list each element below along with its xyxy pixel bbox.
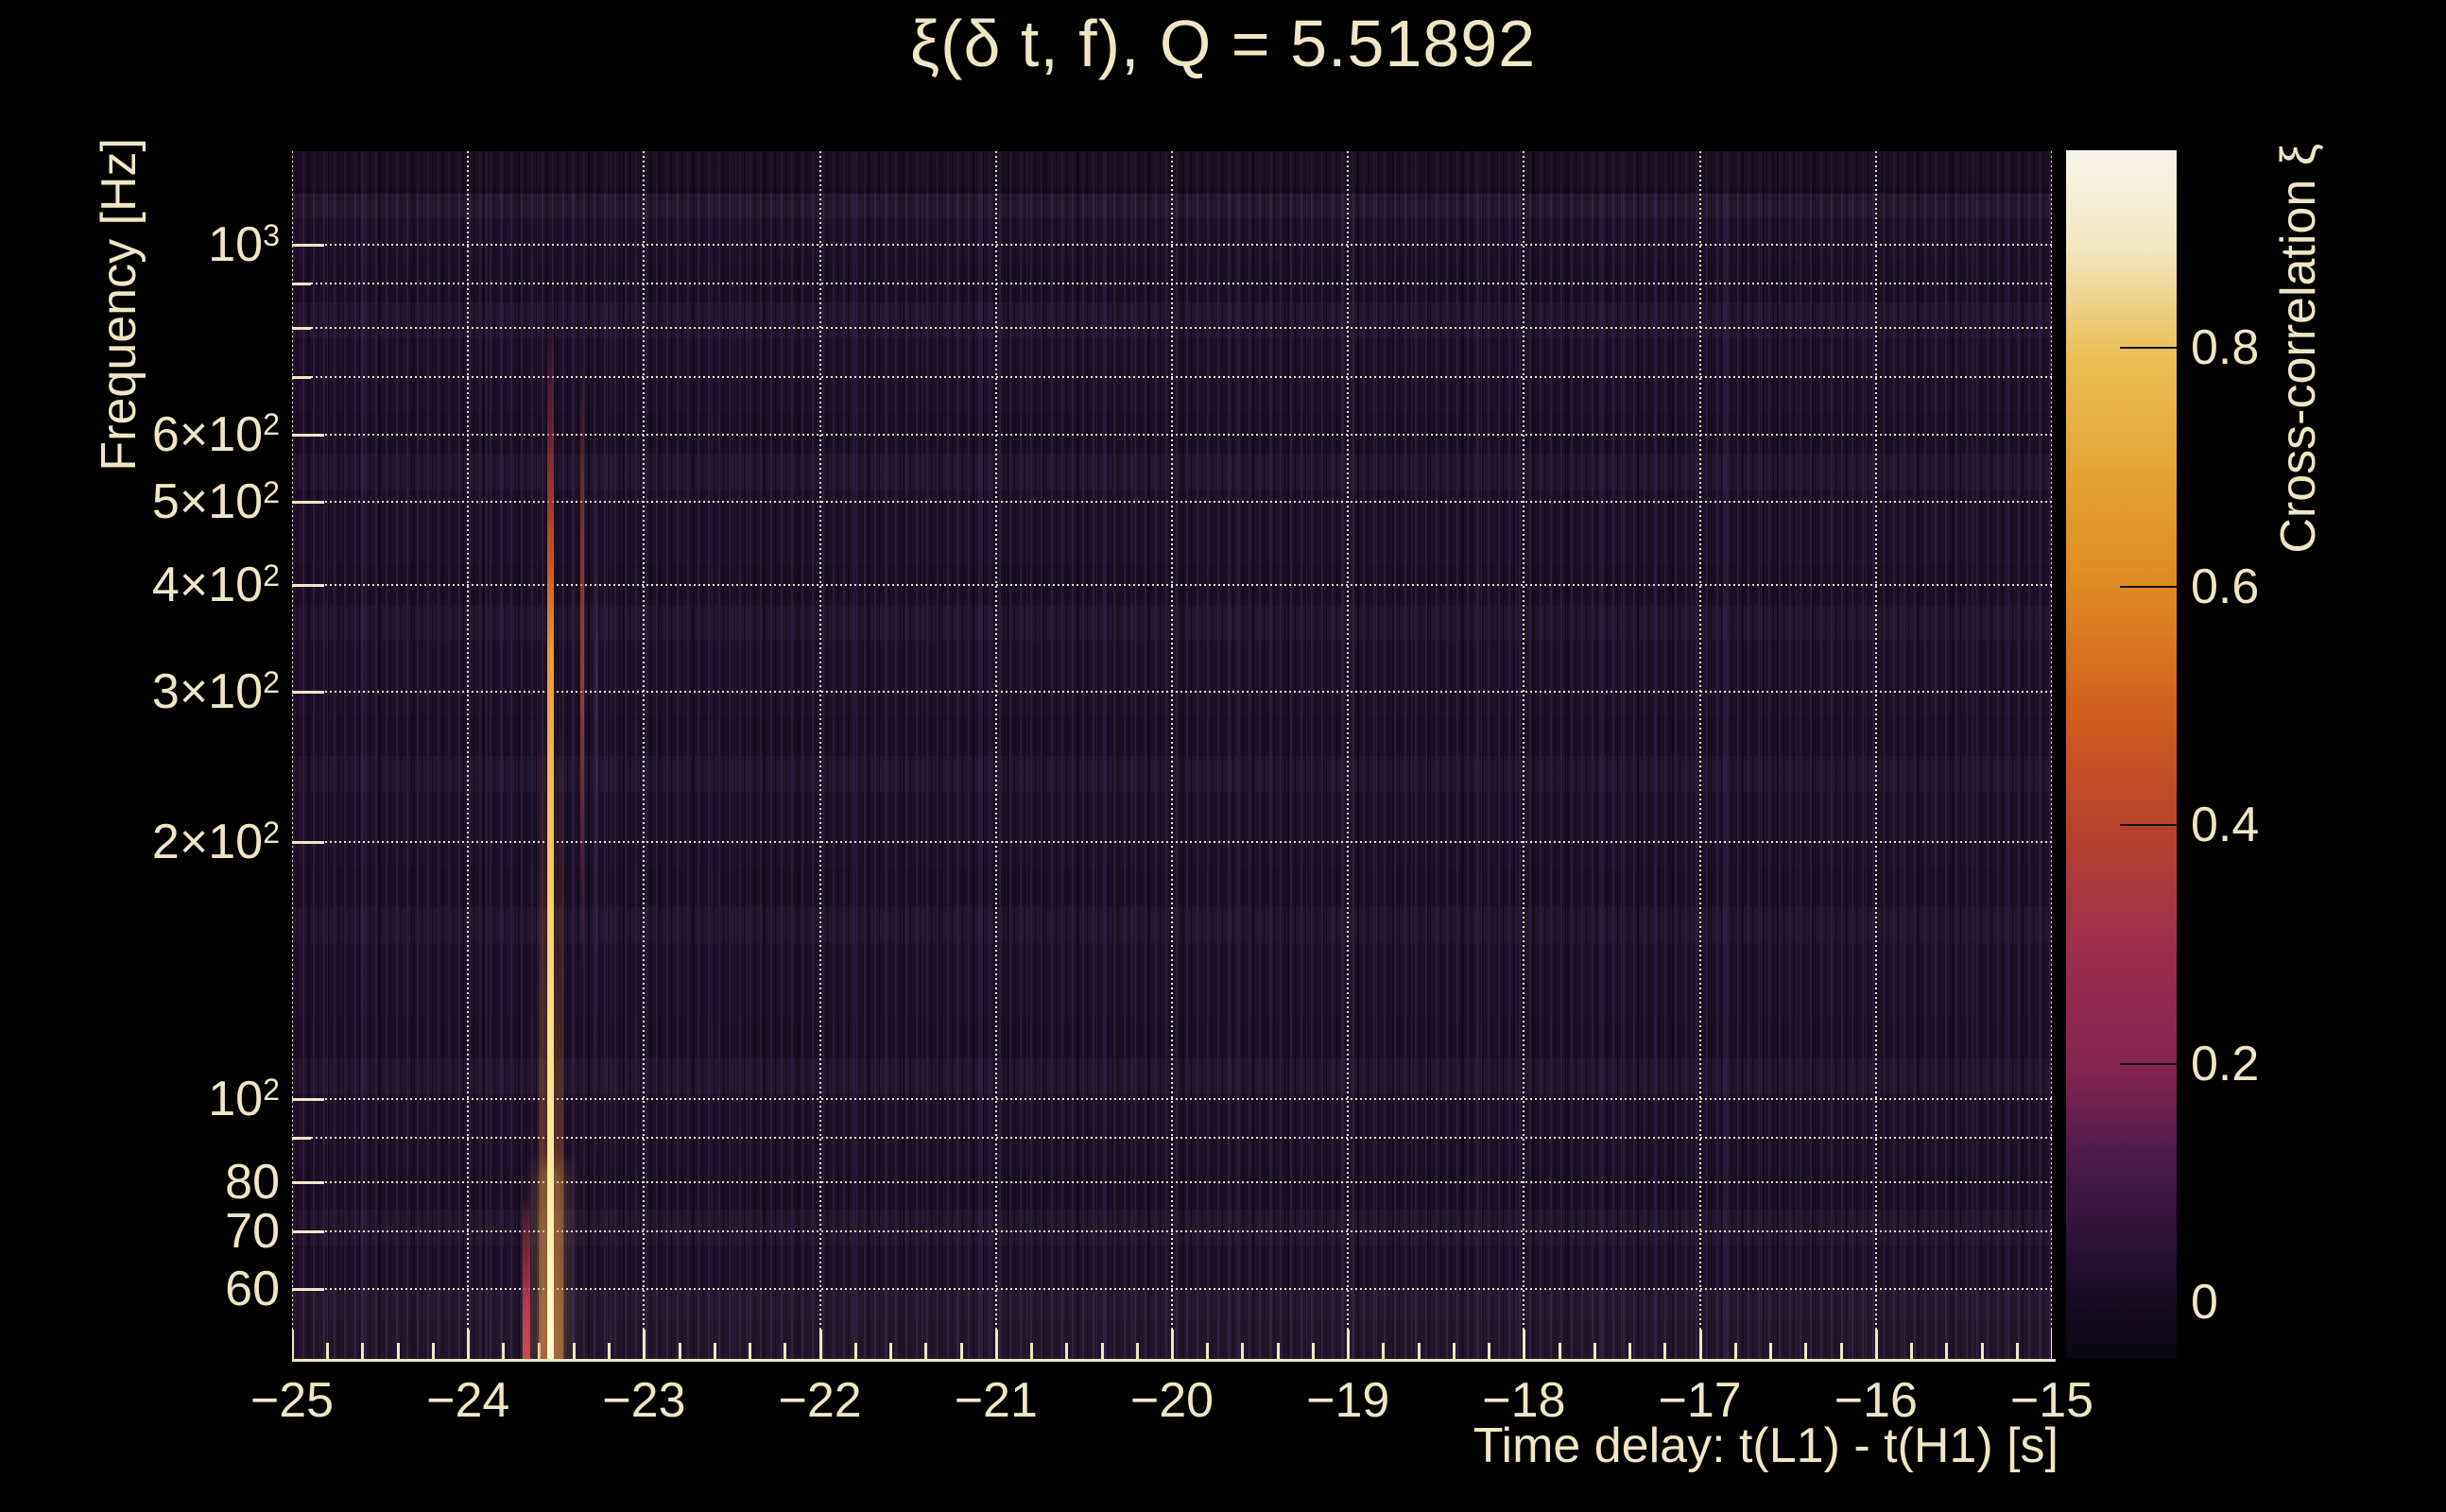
heatmap-plot-area <box>292 151 2052 1361</box>
y-tick-label: 6×102 <box>152 406 280 463</box>
y-tick-label-base: 60 <box>225 1261 280 1316</box>
colorbar-tick-label: 0 <box>2191 1275 2218 1330</box>
colorbar-title: Cross-correlation ξ <box>2271 144 2326 554</box>
colorbar-tick-label: 0.6 <box>2191 558 2260 614</box>
y-tick-label-exponent: 3 <box>263 217 280 252</box>
y-tick <box>292 840 324 844</box>
plot-title: ξ(δ t, f), Q = 5.51892 <box>909 7 1537 80</box>
x-tick-label: −23 <box>602 1373 686 1428</box>
secondary-ridge <box>580 364 585 973</box>
y-tick-label-exponent: 2 <box>263 815 280 850</box>
x-tick-label: −22 <box>778 1373 862 1428</box>
y-tick-label: 3×102 <box>152 663 280 720</box>
y-tick-label: 4×102 <box>152 557 280 613</box>
x-gridline <box>467 151 470 1361</box>
x-tick-label: −20 <box>1129 1373 1214 1428</box>
colorbar-tick <box>2120 1062 2177 1065</box>
x-gridline <box>292 151 293 1361</box>
y-tick-label-exponent: 2 <box>263 1072 280 1107</box>
x-tick-label: −16 <box>1834 1373 1918 1428</box>
colorbar-tick <box>2120 824 2177 827</box>
x-tick-label: −19 <box>1306 1373 1390 1428</box>
y-tick-label-base: 3×10 <box>151 663 264 719</box>
x-gridline <box>1874 151 1877 1361</box>
y-tick <box>292 1137 311 1141</box>
y-tick-label: 70 <box>225 1203 280 1260</box>
right-faint-streak <box>594 406 598 1181</box>
y-tick-label-base: 10 <box>208 1072 264 1126</box>
x-gridline <box>1347 151 1350 1361</box>
y-tick-label: 102 <box>208 1071 280 1127</box>
y-tick <box>292 376 311 380</box>
y-tick-label-exponent: 2 <box>263 407 280 442</box>
y-tick <box>292 1180 324 1184</box>
y-tick <box>292 1230 324 1234</box>
x-tick-label: −17 <box>1658 1373 1742 1428</box>
y-tick <box>292 690 324 694</box>
y-tick-label: 2×102 <box>152 814 280 870</box>
y-tick-label: 80 <box>225 1154 280 1211</box>
y-tick-label-base: 5×10 <box>151 474 264 530</box>
x-gridline <box>994 151 997 1361</box>
y-tick-label-base: 4×10 <box>151 557 264 612</box>
y-tick <box>292 244 324 247</box>
x-tick-label: −24 <box>426 1373 510 1428</box>
y-tick <box>292 583 324 587</box>
y-tick-label-base: 2×10 <box>151 814 264 869</box>
left-satellite-streak <box>522 1195 530 1359</box>
x-gridline <box>1171 151 1173 1361</box>
colorbar-tick-label: 0.2 <box>2191 1036 2260 1091</box>
y-tick <box>292 283 311 286</box>
y-tick-label-exponent: 2 <box>263 475 280 510</box>
x-tick-label: −15 <box>2009 1373 2094 1428</box>
y-tick-label-exponent: 2 <box>263 558 280 593</box>
y-axis-title: Frequency [Hz] <box>92 138 146 472</box>
x-gridline <box>2051 151 2052 1361</box>
y-tick-label-base: 6×10 <box>151 406 264 462</box>
y-tick <box>292 326 311 330</box>
y-tick-label-base: 10 <box>208 217 264 272</box>
x-axis-line <box>292 1359 2056 1362</box>
y-tick <box>292 1098 324 1101</box>
y-tick <box>292 433 324 437</box>
figure-canvas: ξ(δ t, f), Q = 5.51892 Frequency [Hz] Ti… <box>0 0 2446 1512</box>
y-tick-label-base: 70 <box>225 1204 280 1260</box>
x-tick-label: −21 <box>954 1373 1038 1428</box>
y-tick-label-base: 80 <box>225 1154 280 1210</box>
y-tick-label: 103 <box>208 216 280 273</box>
y-tick-label: 60 <box>225 1261 280 1317</box>
colorbar <box>2066 150 2177 1358</box>
colorbar-tick <box>2120 585 2177 588</box>
x-gridline <box>818 151 821 1361</box>
x-tick-label: −18 <box>1482 1373 1566 1428</box>
colorbar-tick <box>2120 1301 2177 1303</box>
x-tick-label: −25 <box>250 1373 335 1428</box>
x-gridline <box>643 151 646 1361</box>
colorbar-tick <box>2120 347 2177 350</box>
primary-ridge <box>547 321 555 1361</box>
x-gridline <box>1523 151 1525 1361</box>
y-tick <box>292 501 324 505</box>
y-tick-label: 5×102 <box>152 473 280 530</box>
colorbar-tick-label: 0.4 <box>2191 798 2260 853</box>
x-gridline <box>1698 151 1701 1361</box>
colorbar-tick-label: 0.8 <box>2191 320 2260 376</box>
y-tick-label-exponent: 2 <box>263 664 280 699</box>
